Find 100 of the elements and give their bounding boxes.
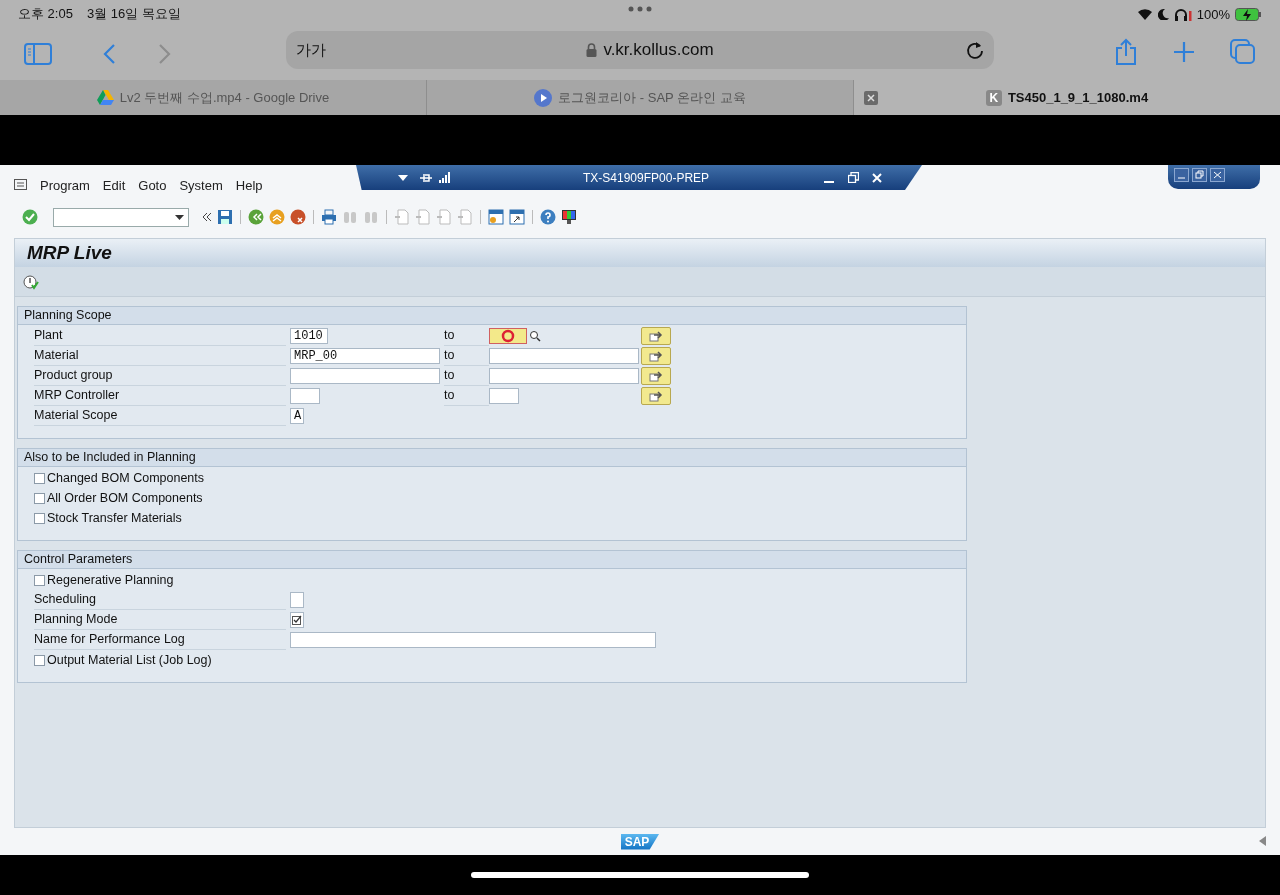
- checkbox[interactable]: [34, 512, 45, 524]
- tab-title: Lv2 두번째 수업.mp4 - Google Drive: [119, 88, 330, 107]
- execute-icon[interactable]: [23, 273, 39, 290]
- section-header: Control Parameters: [18, 551, 966, 569]
- address-bar[interactable]: 가가 v.kr.kollus.com: [286, 31, 994, 69]
- monitor-icon[interactable]: [561, 209, 577, 225]
- checkbox-label: All Order BOM Components: [47, 491, 203, 505]
- battery-charging-icon: [1235, 7, 1262, 21]
- wifi-icon: [1136, 8, 1153, 20]
- input-field[interactable]: [290, 368, 440, 384]
- new-window-icon[interactable]: [488, 209, 504, 225]
- field-label: Scheduling: [34, 590, 286, 610]
- menu-icon[interactable]: [14, 179, 28, 191]
- record-icon: [501, 329, 515, 343]
- arrow-icon: [649, 370, 663, 382]
- input-field[interactable]: [290, 632, 656, 648]
- input-field[interactable]: [489, 348, 639, 364]
- moon-icon: [1157, 8, 1169, 20]
- signal-icon: [439, 172, 451, 183]
- exit-icon[interactable]: [269, 209, 285, 225]
- dropdown-icon[interactable]: [175, 214, 184, 220]
- shortcut-icon[interactable]: [509, 209, 525, 225]
- lock-icon: [586, 43, 598, 57]
- checkbox[interactable]: [290, 592, 304, 608]
- print-icon[interactable]: [321, 209, 337, 225]
- checkbox[interactable]: [34, 654, 45, 666]
- field-label: Planning Mode: [34, 610, 286, 630]
- section-header: Planning Scope: [18, 307, 966, 325]
- status-time: 오후 2:05: [18, 5, 73, 23]
- close-icon[interactable]: [864, 91, 878, 105]
- input-field[interactable]: A: [290, 408, 304, 424]
- arrow-icon: [649, 330, 663, 342]
- checkbox[interactable]: [34, 574, 45, 586]
- search-icon[interactable]: [529, 330, 541, 342]
- checkbox-label: Output Material List (Job Log): [47, 653, 212, 667]
- triangle-icon[interactable]: [1259, 836, 1266, 846]
- url-text: v.kr.kollus.com: [603, 40, 714, 60]
- more-dots-icon[interactable]: [628, 6, 652, 12]
- field-label: MRP Controller: [34, 386, 286, 406]
- help-icon[interactable]: [540, 209, 556, 225]
- field-label: Plant: [34, 326, 286, 346]
- checkbox-label: Regenerative Planning: [47, 573, 174, 587]
- pin-icon[interactable]: [420, 172, 432, 183]
- forward-icon[interactable]: [158, 43, 172, 65]
- section-header: Also to be Included in Planning: [18, 449, 966, 467]
- browser-tab[interactable]: K TS450_1_9_1_1080.m4: [854, 80, 1280, 115]
- menu-item[interactable]: Program: [40, 177, 90, 193]
- text-size-button[interactable]: 가가: [296, 40, 326, 60]
- checkbox[interactable]: [34, 472, 45, 484]
- input-field[interactable]: [489, 388, 519, 404]
- window-title: TX-S41909FP00-PREP: [583, 170, 710, 185]
- reload-icon[interactable]: [966, 40, 984, 60]
- field-label: Name for Performance Log: [34, 630, 286, 650]
- multiple-selection-button[interactable]: [641, 387, 671, 405]
- restore-icon[interactable]: [848, 172, 859, 183]
- input-field[interactable]: 1010: [290, 328, 328, 344]
- restore-icon[interactable]: [1192, 168, 1207, 182]
- headphones-icon: [1173, 7, 1192, 21]
- back-icon[interactable]: [102, 43, 116, 65]
- page-icon[interactable]: [457, 209, 473, 225]
- command-field[interactable]: [53, 207, 189, 227]
- screen-title: MRP Live: [15, 239, 1265, 267]
- checkbox-label: Changed BOM Components: [47, 471, 205, 485]
- menu-item[interactable]: Edit: [102, 177, 126, 193]
- field-label: Material Scope: [34, 406, 286, 426]
- input-field[interactable]: MRP_00: [290, 348, 440, 364]
- arrow-icon: [649, 350, 663, 362]
- save-icon[interactable]: [217, 209, 233, 225]
- input-field[interactable]: [489, 328, 527, 344]
- tab-title: 로그원코리아 - SAP 온라인 교육: [558, 88, 746, 107]
- battery-percent: 100%: [1196, 6, 1230, 22]
- close-icon[interactable]: [1210, 168, 1225, 182]
- drive-icon: [96, 90, 114, 105]
- arrow-icon: [649, 390, 663, 402]
- menu-item[interactable]: Goto: [138, 177, 167, 193]
- tabs-icon[interactable]: [1230, 38, 1256, 66]
- share-icon[interactable]: [1114, 38, 1138, 66]
- page-icon[interactable]: [415, 209, 431, 225]
- sidebar-icon[interactable]: [24, 43, 52, 65]
- menu-item[interactable]: System: [179, 177, 223, 193]
- chevrons-icon[interactable]: [202, 212, 212, 222]
- dropdown-icon[interactable]: [398, 174, 408, 181]
- page-icon[interactable]: [394, 209, 410, 225]
- back-icon[interactable]: [248, 209, 264, 225]
- field-label: Product group: [34, 366, 286, 386]
- field-label: Material: [34, 346, 286, 366]
- multiple-selection-button[interactable]: [641, 367, 671, 385]
- site-favicon: K: [985, 89, 1002, 106]
- checkbox-label: Stock Transfer Materials: [47, 511, 182, 525]
- checkbox[interactable]: [34, 492, 45, 504]
- menu-item[interactable]: Help: [235, 177, 263, 193]
- multiple-selection-button[interactable]: [641, 347, 671, 365]
- checkbox[interactable]: [290, 612, 304, 628]
- multiple-selection-button[interactable]: [641, 327, 671, 345]
- cancel-icon[interactable]: [290, 209, 306, 225]
- input-field[interactable]: [290, 388, 320, 404]
- page-icon[interactable]: [436, 209, 452, 225]
- sap-logo: SAP: [620, 833, 660, 850]
- input-field[interactable]: [489, 368, 639, 384]
- check-icon[interactable]: [22, 209, 38, 225]
